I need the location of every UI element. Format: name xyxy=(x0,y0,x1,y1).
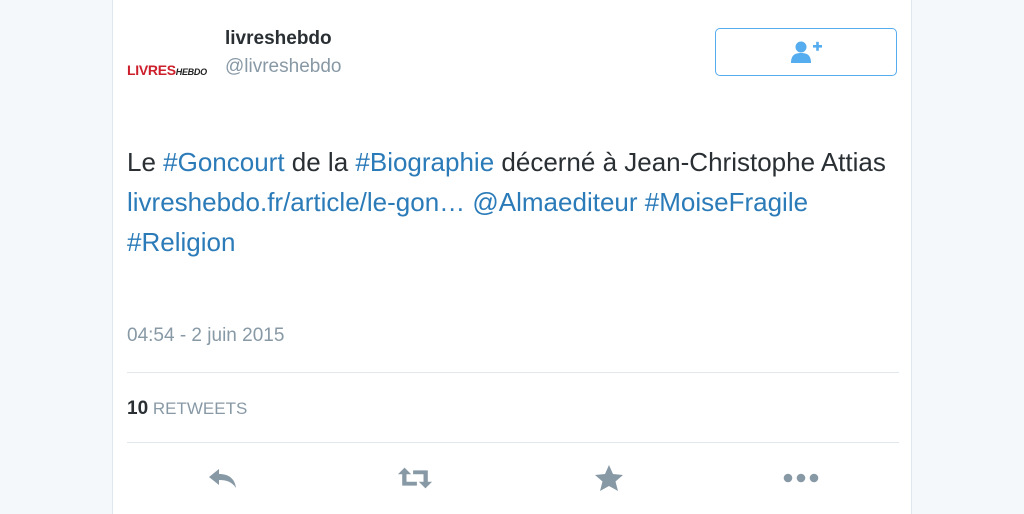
tweet-timestamp[interactable]: 04:54 - 2 juin 2015 xyxy=(127,325,284,347)
follow-button[interactable] xyxy=(715,28,897,76)
more-options-icon xyxy=(783,473,819,483)
favorite-star-icon xyxy=(595,465,623,491)
tweet-card: LIVRESHEBDO livreshebdo @livreshebdo Le … xyxy=(112,0,912,514)
author-handle[interactable]: @livreshebdo xyxy=(225,56,341,78)
mention-almaediteur[interactable]: @Almaediteur xyxy=(472,187,637,217)
more-options-button[interactable] xyxy=(783,460,819,496)
retweet-button[interactable] xyxy=(397,460,433,496)
hashtag-biographie[interactable]: #Biographie xyxy=(355,147,494,177)
retweet-stats[interactable]: 10 RETWEETS xyxy=(127,398,247,420)
divider xyxy=(127,442,899,443)
reply-icon xyxy=(209,469,236,488)
author-display-name[interactable]: livreshebdo xyxy=(225,28,332,50)
avatar[interactable]: LIVRESHEBDO xyxy=(127,36,211,104)
hashtag-goncourt[interactable]: #Goncourt xyxy=(163,147,284,177)
article-link[interactable]: livreshebdo.fr/article/le-gon… xyxy=(127,187,465,217)
add-user-icon xyxy=(791,41,822,63)
tweet-text-segment: décerné à Jean-Christophe Attias xyxy=(494,147,886,177)
divider xyxy=(127,372,899,373)
retweet-label: RETWEETS xyxy=(152,399,248,418)
reply-button[interactable] xyxy=(205,460,241,496)
tweet-text-segment: de la xyxy=(284,147,356,177)
retweet-icon xyxy=(397,467,433,489)
tweet-text: Le #Goncourt de la #Biographie décerné à… xyxy=(127,142,887,262)
hashtag-moisefragile[interactable]: #MoiseFragile xyxy=(645,187,808,217)
favorite-button[interactable] xyxy=(591,460,627,496)
brand-logo: LIVRESHEBDO xyxy=(127,62,207,78)
hashtag-religion[interactable]: #Religion xyxy=(127,227,235,257)
tweet-text-segment: Le xyxy=(127,147,164,177)
tweet-text-segment xyxy=(638,187,645,217)
retweet-count: 10 xyxy=(127,398,149,419)
